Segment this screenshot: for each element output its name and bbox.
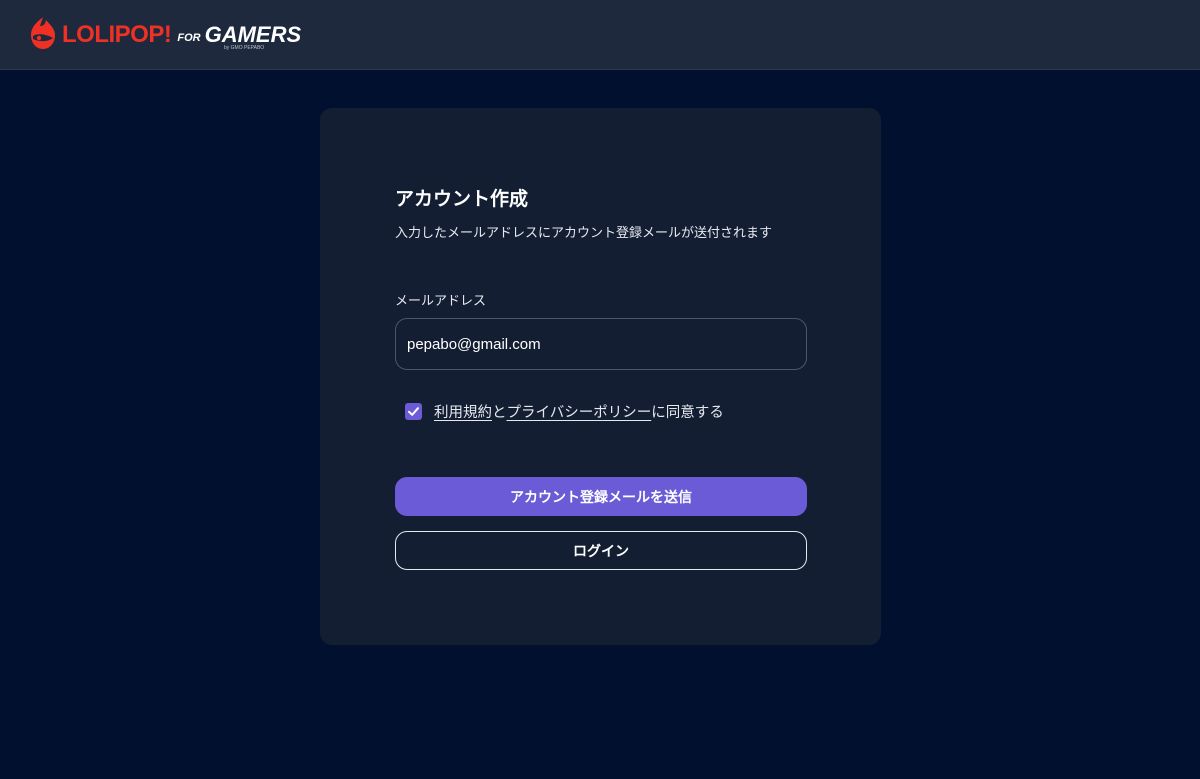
email-label: メールアドレス bbox=[395, 294, 487, 309]
site-logo[interactable]: LOLIPOP! FOR GAMERS by GMO PEPABO bbox=[28, 15, 301, 55]
email-field[interactable] bbox=[395, 318, 807, 370]
logo-text-for: FOR bbox=[177, 32, 201, 44]
site-header: LOLIPOP! FOR GAMERS by GMO PEPABO bbox=[0, 0, 1200, 70]
terms-agreement: 利用規約 と プライバシーポリシー に同意する bbox=[405, 401, 724, 422]
logo-byline: by GMO PEPABO bbox=[224, 45, 265, 51]
login-button[interactable]: ログイン bbox=[395, 531, 807, 570]
terms-link[interactable]: 利用規約 bbox=[434, 401, 492, 422]
agree-checkbox[interactable] bbox=[405, 403, 422, 420]
page-subtitle: 入力したメールアドレスにアカウント登録メールが送付されます bbox=[395, 226, 773, 241]
lolipop-logo-icon bbox=[28, 15, 62, 55]
send-registration-email-button[interactable]: アカウント登録メールを送信 bbox=[395, 477, 807, 516]
agreement-connector: と bbox=[492, 405, 507, 421]
agreement-suffix: に同意する bbox=[651, 405, 724, 421]
page-title: アカウント作成 bbox=[395, 188, 529, 210]
checkmark-icon bbox=[408, 407, 419, 416]
signup-card: アカウント作成 入力したメールアドレスにアカウント登録メールが送付されます メー… bbox=[320, 108, 881, 645]
logo-text-lolipop: LOLIPOP! bbox=[62, 21, 172, 48]
privacy-policy-link[interactable]: プライバシーポリシー bbox=[507, 401, 652, 422]
